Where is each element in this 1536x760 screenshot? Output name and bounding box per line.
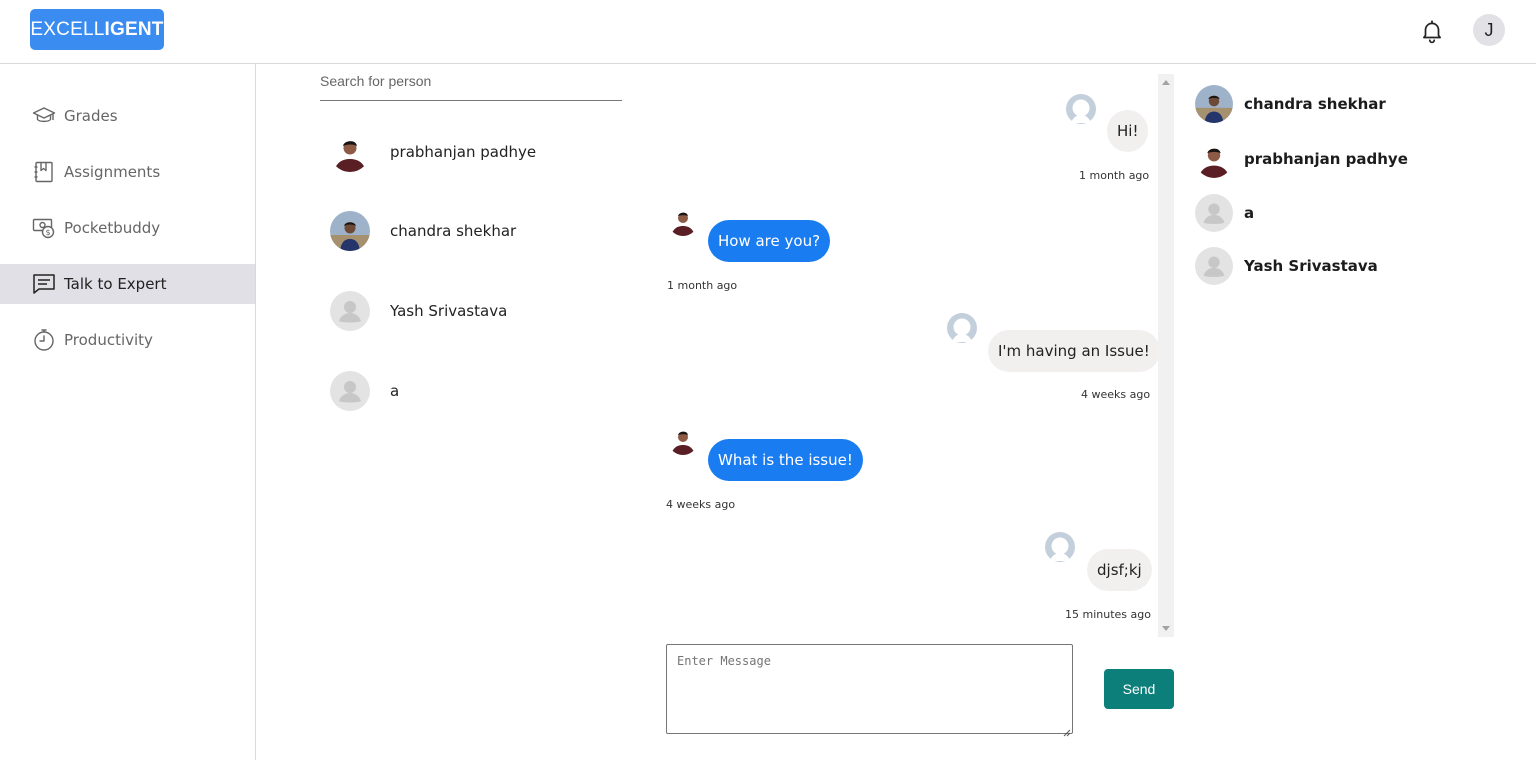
scroll-up-arrow-icon[interactable] [1162,80,1170,85]
top-header: EXCELLIGENT J [0,0,1536,64]
message-timestamp: 4 weeks ago [1081,388,1151,401]
user-avatar[interactable]: J [1473,14,1505,46]
sidebar-item-productivity[interactable]: Productivity [0,320,255,360]
resize-grip-icon[interactable] [1062,722,1071,737]
message-bubble: Hi! [1107,110,1149,152]
contact-item[interactable]: prabhanjan padhye [330,131,620,173]
sidebar-item-label: Productivity [64,331,153,349]
contact-item[interactable]: a [330,370,620,412]
message-bubble: What is the issue! [708,439,863,481]
notebook-icon [32,160,56,184]
online-user-name: Yash Srivastava [1244,257,1378,275]
search-input[interactable] [320,66,622,96]
avatar [330,132,370,172]
sidebar-item-label: Assignments [64,163,161,181]
avatar [668,425,698,455]
sidebar-item-label: Pocketbuddy [64,219,161,237]
message-timestamp: 15 minutes ago [1065,608,1151,621]
avatar [1195,194,1233,232]
contact-name: Yash Srivastava [390,302,508,320]
contact-item[interactable]: chandra shekhar [330,210,620,252]
online-user-item[interactable]: Yash Srivastava [1195,246,1515,286]
message-bubble: djsf;kj [1087,549,1152,591]
message-timestamp: 1 month ago [1079,169,1150,182]
online-user-name: chandra shekhar [1244,95,1386,113]
contact-item[interactable]: Yash Srivastava [330,290,620,332]
sidebar-item-label: Talk to Expert [64,275,167,293]
online-user-name: prabhanjan padhye [1244,150,1408,168]
avatar [668,206,698,236]
sidebar-item-grades[interactable]: Grades [0,96,255,136]
user-avatar-outline-icon [945,311,979,345]
avatar [330,371,370,411]
contact-name: chandra shekhar [390,222,517,240]
message-bubble: How are you? [708,220,831,262]
app-logo[interactable]: EXCELLIGENT [30,9,164,50]
online-user-item[interactable]: prabhanjan padhye [1195,139,1515,179]
contact-name: a [390,382,400,400]
sidebar-item-talk-to-expert[interactable]: Talk to Expert [0,264,255,304]
contact-name: prabhanjan padhye [390,143,537,161]
avatar [1195,140,1233,178]
sidebar-item-pocketbuddy[interactable]: $ Pocketbuddy [0,208,255,248]
bell-icon[interactable] [1419,18,1445,44]
online-user-item[interactable]: a [1195,193,1515,233]
avatar [1195,247,1233,285]
graduation-cap-icon [32,104,56,128]
user-avatar-outline-icon [1064,92,1098,126]
online-user-name: a [1244,204,1255,222]
message-bubble: I'm having an Issue! [988,330,1160,372]
user-avatar-outline-icon [1043,530,1077,564]
logo-text-light: EXCELL [30,19,105,40]
person-search [320,66,622,101]
message-input[interactable] [666,644,1073,734]
money-icon: $ [32,216,56,240]
avatar [330,291,370,331]
svg-text:$: $ [45,228,50,237]
sidebar-item-label: Grades [64,107,118,125]
avatar [1195,85,1233,123]
scroll-down-arrow-icon[interactable] [1162,626,1170,631]
logo-text-bold: IGENT [104,19,164,40]
chat-icon [32,272,56,296]
send-button[interactable]: Send [1104,669,1174,709]
online-user-item[interactable]: chandra shekhar [1195,84,1515,124]
message-timestamp: 4 weeks ago [666,498,736,511]
sidebar-nav: Grades Assignments $ Pocketbuddy Talk to… [0,64,256,760]
stopwatch-icon [32,328,56,352]
avatar [330,211,370,251]
message-timestamp: 1 month ago [667,279,738,292]
chat-scrollbar[interactable] [1158,74,1174,637]
sidebar-item-assignments[interactable]: Assignments [0,152,255,192]
